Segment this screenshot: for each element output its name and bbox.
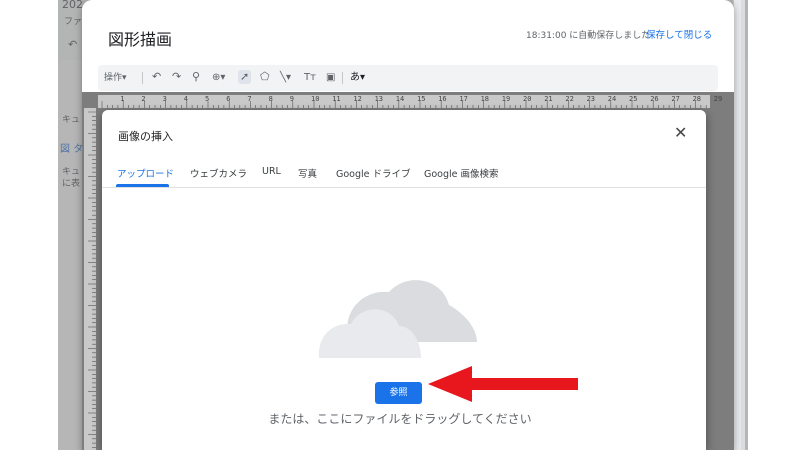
actions-menu[interactable]: 操作▾ <box>104 71 127 85</box>
ruler-number: 15 <box>417 95 426 103</box>
ruler-number: 28 <box>692 95 702 103</box>
toolbar-divider <box>342 72 343 84</box>
tab-photos[interactable]: 写真 <box>298 166 317 180</box>
undo-icon[interactable]: ↶ <box>152 70 161 84</box>
close-icon[interactable]: ✕ <box>674 124 687 142</box>
cloud-upload-illustration <box>318 280 477 358</box>
ruler-number: 18 <box>480 95 490 103</box>
tab-url[interactable]: URL <box>262 166 281 177</box>
dialog-title: 画像の挿入 <box>118 130 173 143</box>
ruler-number: 21 <box>544 95 553 103</box>
save-and-close-button[interactable]: 保存して閉じる <box>646 27 712 41</box>
paint-format-icon[interactable]: ⚲ <box>192 70 200 84</box>
input-tools-menu[interactable]: あ▾ <box>350 71 365 85</box>
drawing-toolbar: 操作▾ ↶ ↷ ⚲ ⊕▾ ➚ ⬠ ╲▾ Tт ▣ あ▾ <box>98 65 718 91</box>
browse-button[interactable]: 参照 <box>375 382 422 404</box>
ruler-number: 4 <box>183 95 189 103</box>
ruler-number: 7 <box>247 95 252 103</box>
ruler-number: 3 <box>162 95 167 103</box>
red-arrow-icon <box>428 366 578 402</box>
dialog-tabs: アップロード ウェブカメラ URL 写真 Google ドライブ Google … <box>102 162 706 188</box>
ruler-number: 13 <box>374 95 384 103</box>
ruler-number: 2 <box>141 95 146 103</box>
background-edge <box>741 0 745 450</box>
ruler-number: 29 <box>713 95 723 103</box>
shape-icon[interactable]: ⬠ <box>260 70 270 84</box>
tab-google-drive[interactable]: Google ドライブ <box>336 166 411 180</box>
zoom-icon[interactable]: ⊕▾ <box>212 71 225 85</box>
toolbar-divider <box>142 72 143 84</box>
drawing-title: 図形描画 <box>108 30 173 49</box>
ruler-number: 1 <box>120 95 125 103</box>
redo-icon[interactable]: ↷ <box>172 70 181 84</box>
horizontal-ruler: 1 2 3 4 5 6 7 8 9 10 11 12 13 14 15 16 17 18 19 20 21 22 23 24 2… <box>98 95 722 108</box>
tab-google-image-search[interactable]: Google 画像検索 <box>424 166 499 180</box>
ruler-number: 22 <box>565 95 574 103</box>
tab-upload[interactable]: アップロード <box>117 166 174 180</box>
ruler-number: 26 <box>650 95 659 103</box>
ruler-number: 5 <box>205 95 210 103</box>
ruler-number: 25 <box>629 95 638 103</box>
insert-image-dialog: 画像の挿入 ✕ アップロード ウェブカメラ URL 写真 Google ドライブ… <box>102 110 706 450</box>
ruler-number: 11 <box>332 95 341 103</box>
ruler-number: 10 <box>311 95 320 103</box>
text-box-icon[interactable]: Tт <box>304 71 316 85</box>
active-tab-indicator <box>116 184 169 187</box>
ruler-number: 23 <box>586 95 596 103</box>
tab-webcam[interactable]: ウェブカメラ <box>190 166 247 180</box>
ruler-number: 16 <box>438 95 447 103</box>
ruler-number: 12 <box>353 95 362 103</box>
ruler-number: 24 <box>607 95 617 103</box>
ruler-number: 14 <box>395 95 405 103</box>
ruler-number: 17 <box>459 95 468 103</box>
autosave-status: 18:31:00 に自動保存しました <box>526 31 651 41</box>
drag-drop-hint: または、ここにファイルをドラッグしてください <box>268 412 532 426</box>
ruler-number: 8 <box>268 95 273 103</box>
line-icon[interactable]: ╲▾ <box>280 71 291 85</box>
ruler-number: 9 <box>289 95 295 103</box>
background-scrollbar <box>733 0 741 450</box>
ruler-number: 20 <box>523 95 532 103</box>
vertical-ruler <box>84 108 96 450</box>
ruler-number: 19 <box>501 95 511 103</box>
ruler-number: 6 <box>226 95 231 103</box>
ruler-number: 27 <box>671 95 680 103</box>
select-cursor-icon[interactable]: ➚ <box>238 70 252 84</box>
image-icon[interactable]: ▣ <box>326 71 335 85</box>
